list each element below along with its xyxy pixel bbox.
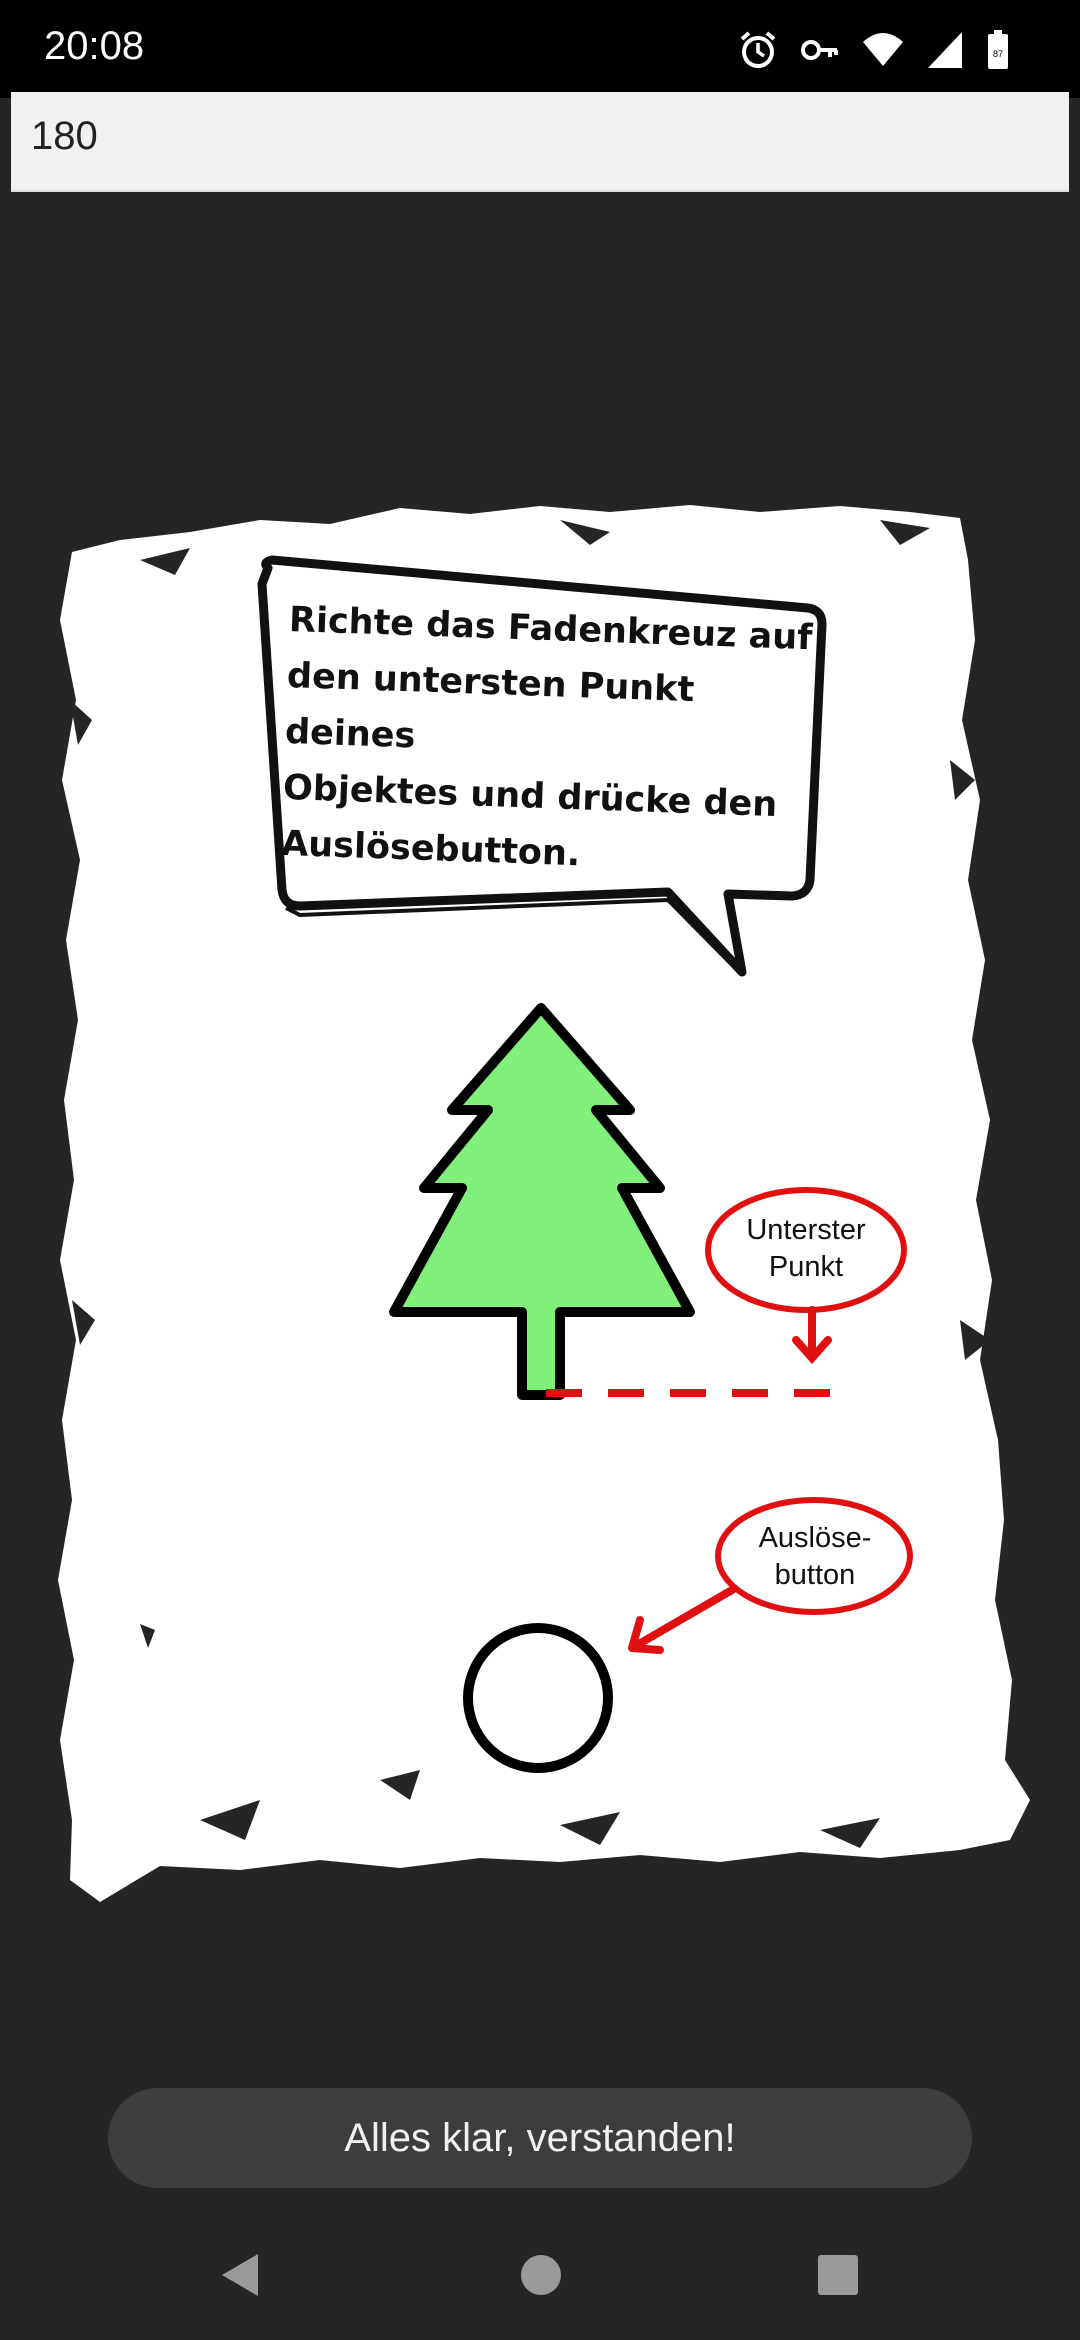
trigger-label-line2: button (774, 1559, 856, 1591)
trigger-button-illustration (463, 1623, 613, 1773)
back-icon[interactable] (220, 2252, 260, 2298)
speech-line: den untersten Punkt deines (284, 655, 695, 757)
tutorial-illustration (58, 505, 1030, 1902)
recents-icon[interactable] (818, 2255, 858, 2295)
speech-bubble-text: Richte das Fadenkreuz auf den untersten … (280, 592, 829, 891)
confirm-button[interactable]: Alles klar, verstanden! (108, 2088, 972, 2188)
home-icon[interactable] (520, 2254, 562, 2296)
trigger-label: Auslöse- button (722, 1520, 908, 1594)
bottom-point-label-line2: Punkt (768, 1251, 844, 1283)
navigation-bar (0, 2210, 1080, 2340)
bottom-point-label: Unterster Punkt (712, 1212, 900, 1286)
tutorial-card: Richte das Fadenkreuz auf den untersten … (0, 0, 1080, 2340)
bottom-point-label-line1: Unterster (746, 1214, 866, 1246)
trigger-label-line1: Auslöse- (758, 1522, 872, 1554)
